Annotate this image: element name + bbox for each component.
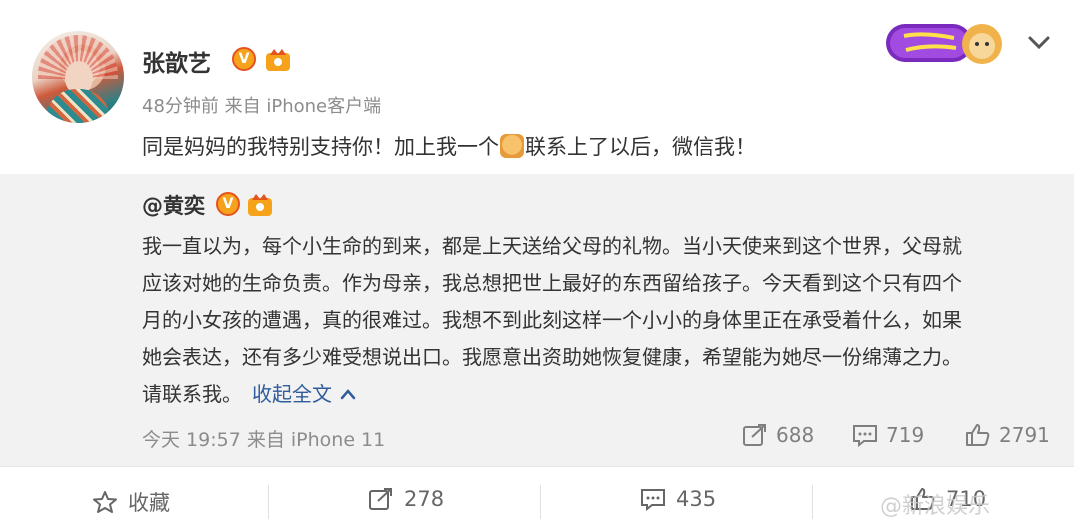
original-text-line: 应该对她的生命负责。作为母亲，我总想把世上最好的东西留给孩子。今天看到这个只有四… [142,271,962,295]
original-like-button[interactable]: 2791 [965,423,1050,447]
original-author-name[interactable]: @黄奕 [142,190,205,220]
divider [812,485,813,519]
vip-crown-icon [266,49,290,71]
original-text-line: 她会表达，还有多少难受想说出口。我愿意出资助她恢复健康，希望能为她尽一份绵薄之力… [142,345,962,369]
original-repost-count: 688 [776,423,815,447]
verified-v-icon: V [216,192,240,216]
repost-button[interactable]: 278 [368,487,444,511]
comment-count: 435 [676,487,717,511]
post-text-part2: 联系上了以后，微信我！ [525,135,756,159]
vip-crown-icon [248,194,272,216]
star-icon [93,491,117,513]
divider [268,485,269,519]
post-meta: 48分钟前 来自 iPhone客户端 [142,96,382,117]
original-comment-count: 719 [886,423,925,447]
divider [540,485,541,519]
chevron-down-icon[interactable] [1026,32,1052,52]
original-post-text: 我一直以为，每个小生命的到来，都是上天送给父母的礼物。当小天使来到这个世界，父母… [142,228,1042,413]
original-comment-button[interactable]: 719 [852,423,924,447]
original-text-line: 月的小女孩的遭遇，真的很难过。我想不到此刻这样一个小小的身体里正在承受着什么，如… [142,308,962,332]
chevron-up-icon[interactable] [340,388,356,400]
repost-count: 278 [404,487,445,511]
favorite-label: 收藏 [128,491,170,515]
post-text-part1: 同是妈妈的我特别支持你！加上我一个 [142,135,499,159]
original-text-last-line: 请联系我。 收起全文 [142,376,1042,413]
comment-icon [641,489,665,511]
comment-icon [853,425,877,447]
avatar-robe [46,89,110,123]
original-text-line: 我一直以为，每个小生命的到来，都是上天送给父母的礼物。当小天使来到这个世界，父母… [142,234,962,258]
author-name[interactable]: 张歆艺 [142,44,211,78]
watermark-text: @新浪娱乐 [880,494,991,519]
thumbs-up-icon [966,424,990,446]
repost-icon [743,424,766,446]
good-deed-badge-icon[interactable] [884,14,1004,72]
original-like-count: 2791 [999,423,1050,447]
comment-button[interactable]: 435 [640,487,716,511]
verified-v-icon: V [232,47,256,71]
collapse-text-link[interactable]: 收起全文 [252,382,332,406]
fist-emoji-icon [500,134,524,158]
author-avatar[interactable] [32,31,124,123]
original-text-end: 请联系我。 [142,382,242,406]
favorite-button[interactable]: 收藏 [92,487,170,517]
post-text: 同是妈妈的我特别支持你！加上我一个 联系上了以后，微信我！ [142,131,756,161]
original-repost-button[interactable]: 688 [742,423,814,447]
repost-icon [369,488,392,510]
original-post-meta: 今天 19:57 来自 iPhone 11 [142,429,386,451]
